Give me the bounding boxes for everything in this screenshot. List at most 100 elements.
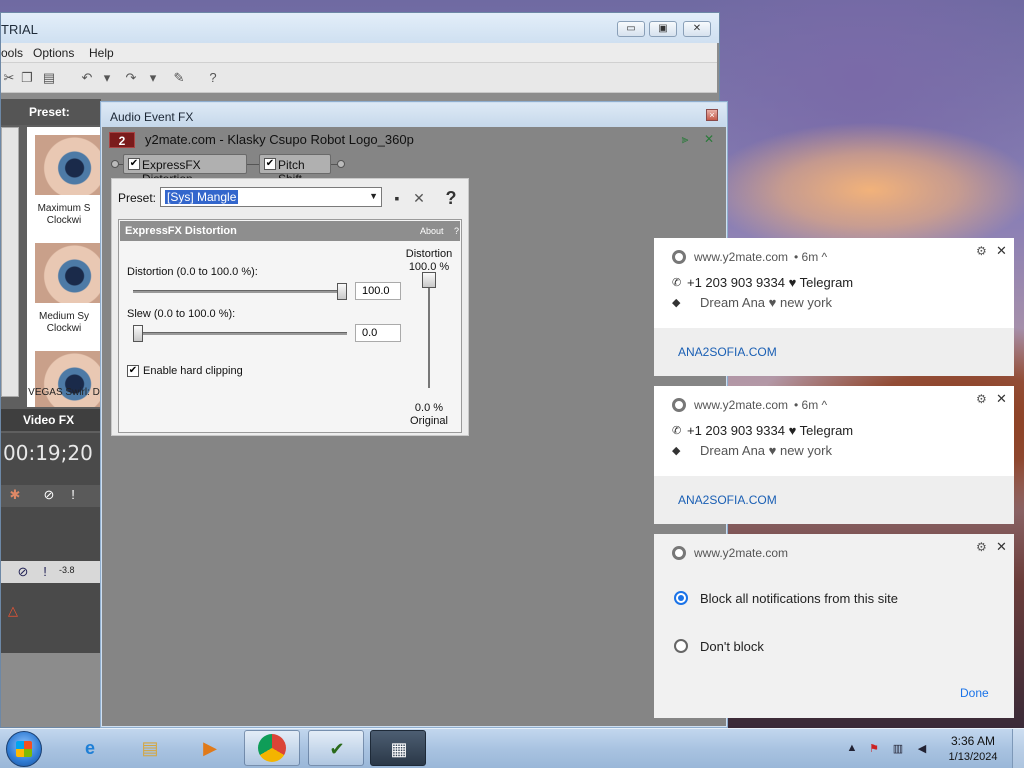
save-preset-icon[interactable]: ▪ — [388, 189, 406, 207]
chain-plugin-checkbox[interactable]: ✔ — [128, 158, 140, 170]
whats-this-icon[interactable]: ? — [205, 70, 221, 86]
start-button[interactable] — [6, 731, 42, 767]
plugin-chain: ✔ ExpressFX Distortion ✔ Pitch Shift — [109, 154, 721, 186]
remove-plugin-icon[interactable]: ✕ — [701, 132, 717, 146]
taskbar-video[interactable]: ▦ — [370, 730, 426, 766]
chrome-notification[interactable]: www.y2mate.com • 6m ^ ⚙ ✕ ✆ +1 203 903 9… — [654, 238, 1014, 376]
preset-thumbnail[interactable] — [35, 243, 101, 303]
preset-strip: Preset: — [1, 99, 101, 125]
notification-settings-panel: www.y2mate.com ⚙ ✕ Block all notificatio… — [654, 534, 1014, 718]
redo-icon[interactable]: ↷ — [123, 70, 139, 86]
audio-mute-icon[interactable]: ⊘ — [15, 564, 31, 580]
vslider-bottom-value: 0.0 % — [414, 402, 444, 414]
tab-video-fx-label: Video FX — [23, 413, 75, 427]
taskbar-media-player[interactable]: ▶ — [182, 730, 238, 766]
preset-dropdown[interactable]: [Sys] Mangle ▼ — [160, 187, 382, 207]
copy-icon[interactable]: ❐ — [19, 70, 35, 86]
close-icon[interactable]: ✕ — [996, 539, 1007, 555]
chrome-icon — [672, 250, 686, 264]
vertical-slider-thumb[interactable] — [422, 272, 436, 288]
ie-icon: e — [84, 738, 95, 758]
distortion-slider-track[interactable] — [133, 290, 347, 293]
action-center-icon[interactable]: ⚑ — [866, 742, 882, 756]
network-icon[interactable]: ▥ — [890, 742, 906, 756]
panel-scrollbar[interactable] — [1, 127, 19, 397]
chain-plugin-checkbox[interactable]: ✔ — [264, 158, 276, 170]
plugin-frame: Preset: [Sys] Mangle ▼ ▪ ✕ ? ExpressFX D… — [111, 178, 469, 436]
notification-age[interactable]: • 6m ^ — [794, 250, 827, 264]
block-option-label[interactable]: Block all notifications from this site — [700, 591, 898, 606]
gear-icon[interactable]: ⚙ — [976, 540, 987, 554]
maximize-button[interactable]: ▣ — [649, 21, 677, 37]
minimize-button[interactable]: ▭ — [617, 21, 645, 37]
close-icon[interactable]: ✕ — [996, 243, 1007, 259]
fx-dialog-title: Audio Event FX — [110, 110, 194, 124]
dont-block-option-label[interactable]: Don't block — [700, 639, 764, 654]
gear-icon[interactable]: ⚙ — [976, 392, 987, 406]
about-link[interactable]: About — [420, 226, 444, 236]
slew-slider-thumb[interactable] — [133, 325, 143, 342]
close-icon[interactable]: ✕ — [996, 391, 1007, 407]
render-icon[interactable]: ✎ — [171, 70, 187, 86]
distortion-slider-thumb[interactable] — [337, 283, 347, 300]
help-icon[interactable]: ? — [442, 189, 460, 207]
clock-date[interactable]: 1/13/2024 — [938, 751, 1008, 763]
volume-icon[interactable]: ◀ — [914, 742, 930, 756]
undo-dropdown-icon[interactable]: ▾ — [99, 70, 115, 86]
notification-link[interactable]: ANA2SOFIA.COM — [678, 493, 777, 507]
done-button[interactable]: Done — [960, 686, 989, 700]
paste-icon[interactable]: ▤ — [41, 70, 57, 86]
vslider-bottom-label: Original — [410, 415, 448, 427]
track-fx-icon[interactable]: ✱ — [7, 487, 23, 503]
notification-line-1: +1 203 903 9334 ♥ Telegram — [687, 275, 854, 290]
delete-preset-icon[interactable]: ✕ — [410, 189, 428, 207]
redo-dropdown-icon[interactable]: ▾ — [145, 70, 161, 86]
slew-value-field[interactable]: 0.0 — [355, 324, 401, 342]
menu-tools[interactable]: ools — [1, 46, 23, 60]
chain-start-icon — [111, 160, 119, 168]
preset-value: [Sys] Mangle — [165, 190, 239, 204]
plugin-panel: ExpressFX Distortion About ? Distortion … — [118, 219, 462, 433]
notification-line-1: +1 203 903 9334 ♥ Telegram — [687, 423, 854, 438]
chain-plugin-pitch-shift[interactable]: ✔ Pitch Shift — [259, 154, 331, 186]
taskbar-ie[interactable]: e — [62, 730, 118, 766]
notification-site: www.y2mate.com — [694, 398, 789, 412]
notification-age[interactable]: • 6m ^ — [794, 398, 827, 412]
block-radio[interactable] — [674, 591, 688, 605]
taskbar-vegas[interactable]: ✔ — [308, 730, 364, 766]
show-desktop-button[interactable] — [1012, 729, 1024, 768]
distortion-value-field[interactable]: 100.0 — [355, 282, 401, 300]
event-number-badge: 2 — [109, 132, 135, 148]
show-hidden-icons[interactable]: ▲ — [844, 742, 860, 756]
chain-plugin-expressfx[interactable]: ✔ ExpressFX Distortion — [123, 154, 247, 186]
clock-time[interactable]: 3:36 AM — [938, 734, 1008, 748]
tab-video-fx[interactable]: Video FX — [1, 409, 101, 431]
menu-help[interactable]: Help — [89, 46, 114, 60]
media-player-icon: ▶ — [203, 738, 217, 758]
chrome-notification[interactable]: www.y2mate.com • 6m ^ ⚙ ✕ ✆ +1 203 903 9… — [654, 386, 1014, 524]
preset-thumbnail[interactable] — [35, 135, 101, 195]
vertical-slider-track[interactable] — [428, 272, 430, 388]
comment-icon: ◆ — [672, 445, 681, 457]
fx-titlebar[interactable]: Audio Event FX × — [102, 103, 726, 127]
notification-link[interactable]: ANA2SOFIA.COM — [678, 345, 777, 359]
undo-icon[interactable]: ↶ — [79, 70, 95, 86]
dropdown-arrow-icon[interactable]: ▼ — [369, 191, 378, 201]
plugin-help-link[interactable]: ? — [454, 226, 459, 236]
taskbar-explorer[interactable]: ▤ — [122, 730, 178, 766]
gear-icon[interactable]: ⚙ — [976, 244, 987, 258]
solo-icon[interactable]: ! — [65, 487, 81, 503]
plugin-chain-icon[interactable]: ⫸ — [677, 132, 693, 146]
cut-icon[interactable]: ✂ — [1, 70, 17, 86]
slew-slider-track[interactable] — [133, 332, 347, 335]
audio-solo-icon[interactable]: ! — [37, 564, 53, 580]
hard-clipping-checkbox[interactable]: ✔ — [127, 365, 139, 377]
volume-readout: -3.8 — [59, 565, 75, 575]
fx-close-button[interactable]: × — [706, 109, 718, 121]
menu-options[interactable]: Options — [33, 46, 74, 60]
taskbar-chrome[interactable] — [244, 730, 300, 766]
dont-block-radio[interactable] — [674, 639, 688, 653]
mute-icon[interactable]: ⊘ — [41, 487, 57, 503]
vegas-titlebar[interactable]: TRIAL ▭ ▣ ✕ — [1, 13, 719, 43]
close-button[interactable]: ✕ — [683, 21, 711, 37]
